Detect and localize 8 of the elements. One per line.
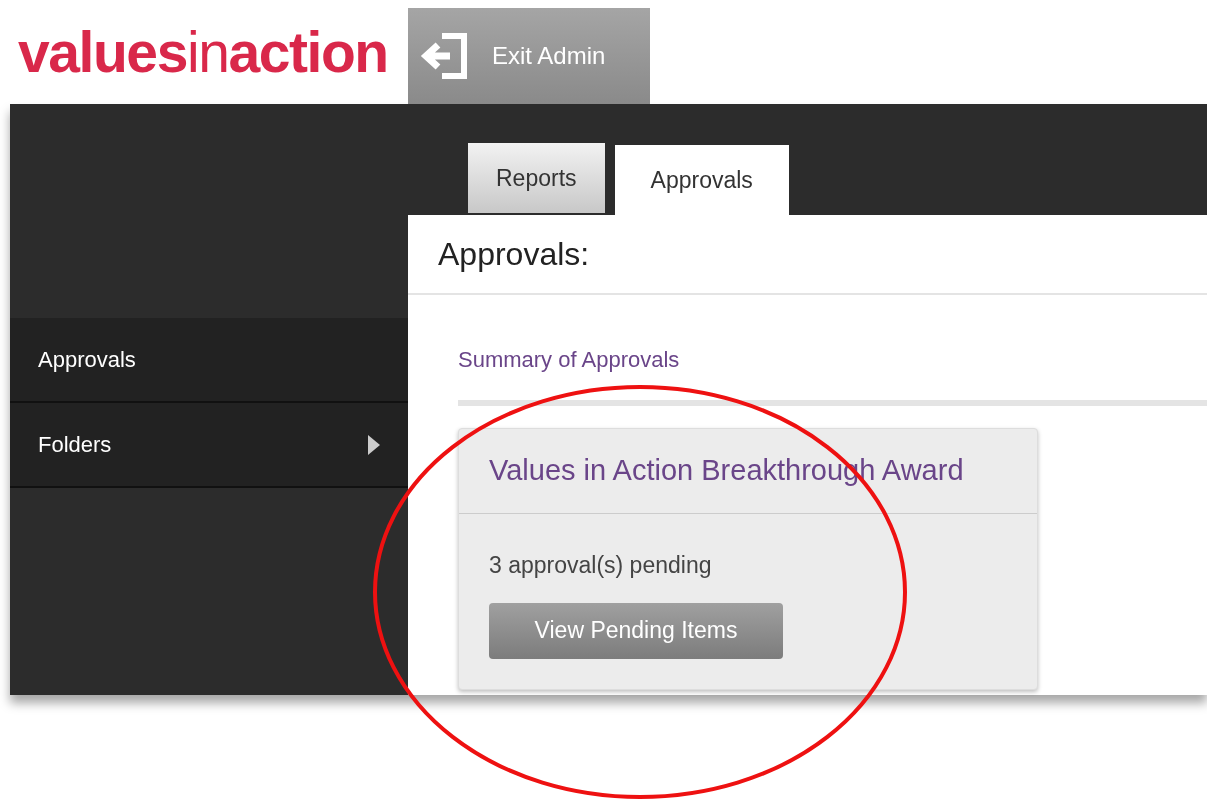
pending-count: 3 approval(s) pending [489, 551, 713, 580]
tab[interactable]: Approvals [614, 145, 789, 215]
sidebar-item[interactable]: Approvals [10, 318, 408, 403]
tab[interactable]: Reports [468, 143, 605, 213]
sidebar-item[interactable]: Folders [10, 403, 408, 488]
summary-link[interactable]: Summary of Approvals [458, 347, 680, 372]
logo: valuesinaction [18, 23, 388, 81]
panel-title: Approvals: [438, 235, 590, 274]
